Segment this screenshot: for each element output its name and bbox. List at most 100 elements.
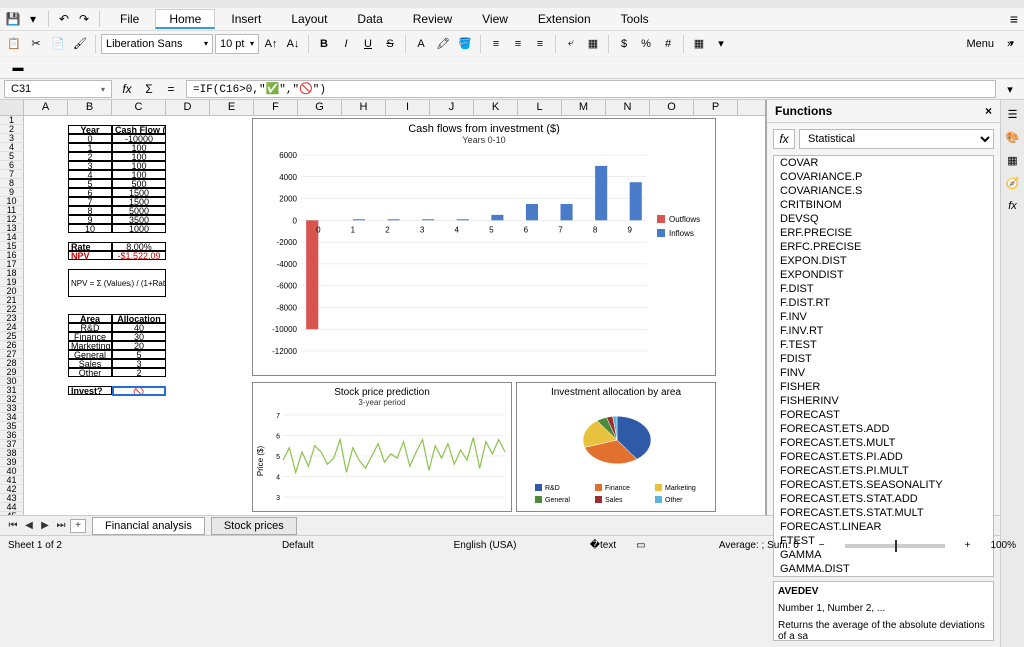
- fx-icon[interactable]: fx: [773, 129, 795, 149]
- align-center-icon[interactable]: ≡: [508, 34, 528, 54]
- fx-icon[interactable]: fx: [118, 80, 136, 98]
- equals-icon[interactable]: =: [162, 80, 180, 98]
- styles-icon[interactable]: 🎨: [1006, 131, 1020, 144]
- style-icon[interactable]: ▾: [711, 34, 731, 54]
- cell[interactable]: -10000: [112, 134, 166, 143]
- pie-chart[interactable]: Investment allocation by area R&DFinance…: [516, 382, 716, 512]
- bold-button[interactable]: B: [314, 34, 334, 54]
- function-list-item[interactable]: DEVSQ: [774, 212, 993, 226]
- col-header[interactable]: K: [474, 100, 518, 115]
- sheet-tab[interactable]: Financial analysis: [92, 517, 205, 535]
- cell[interactable]: 4: [68, 170, 112, 179]
- align-right-icon[interactable]: ≡: [530, 34, 550, 54]
- cell[interactable]: 0: [68, 134, 112, 143]
- undo-icon[interactable]: ↶: [55, 10, 73, 28]
- cell[interactable]: 5: [112, 350, 166, 359]
- highlight-icon[interactable]: 🖍: [433, 34, 453, 54]
- cell[interactable]: 8.00%: [112, 242, 166, 251]
- formula-input[interactable]: =IF(C16>0,"✅","🚫"): [186, 80, 996, 98]
- add-sheet-button[interactable]: +: [70, 519, 86, 533]
- cell[interactable]: 2: [112, 368, 166, 377]
- cell[interactable]: 3: [112, 359, 166, 368]
- row-header[interactable]: 45: [0, 512, 24, 515]
- zoom-slider[interactable]: [845, 544, 945, 548]
- col-header[interactable]: M: [562, 100, 606, 115]
- shrink-font-icon[interactable]: A↓: [283, 34, 303, 54]
- function-list-item[interactable]: FORECAST.ETS.PI.ADD: [774, 450, 993, 464]
- menu-insert[interactable]: Insert: [217, 9, 275, 29]
- function-list-item[interactable]: EXPON.DIST: [774, 254, 993, 268]
- function-list-item[interactable]: FINV: [774, 366, 993, 380]
- cell[interactable]: 100: [112, 152, 166, 161]
- function-list-item[interactable]: ERFC.PRECISE: [774, 240, 993, 254]
- font-name-select[interactable]: Liberation Sans▾: [101, 34, 213, 54]
- cell[interactable]: NPV: [68, 251, 112, 260]
- cell[interactable]: 3: [68, 161, 112, 170]
- col-header[interactable]: H: [342, 100, 386, 115]
- function-list-item[interactable]: GAMMA: [774, 548, 993, 562]
- cell[interactable]: 500: [112, 179, 166, 188]
- sheet-tab[interactable]: Stock prices: [211, 517, 297, 535]
- function-list-item[interactable]: GAMMA.DIST: [774, 562, 993, 576]
- cell[interactable]: Other: [68, 368, 112, 377]
- function-list-item[interactable]: COVARIANCE.P: [774, 170, 993, 184]
- prev-sheet-icon[interactable]: ◀: [22, 519, 36, 533]
- italic-button[interactable]: I: [336, 34, 356, 54]
- navigator-icon[interactable]: 🧭: [1006, 177, 1020, 190]
- function-list-item[interactable]: EXPONDIST: [774, 268, 993, 282]
- cell[interactable]: 1: [68, 143, 112, 152]
- hamburger-icon[interactable]: ≡: [1010, 11, 1018, 27]
- copy-icon[interactable]: 📄: [48, 34, 68, 54]
- function-list-item[interactable]: FDIST: [774, 352, 993, 366]
- font-size-select[interactable]: 10 pt▾: [215, 34, 259, 54]
- col-header[interactable]: B: [68, 100, 112, 115]
- cell[interactable]: 20: [112, 341, 166, 350]
- cell[interactable]: Sales: [68, 359, 112, 368]
- currency-icon[interactable]: $: [614, 34, 634, 54]
- cell[interactable]: Cash Flow ($): [112, 125, 166, 134]
- menu-layout[interactable]: Layout: [277, 9, 341, 29]
- number-icon[interactable]: #: [658, 34, 678, 54]
- next-sheet-icon[interactable]: ▶: [38, 519, 52, 533]
- fill-color-icon[interactable]: 🪣: [455, 34, 475, 54]
- insert-mode-icon[interactable]: �text: [590, 540, 616, 551]
- font-color-icon[interactable]: A: [411, 34, 431, 54]
- spreadsheet[interactable]: A B C D E F G H I J K L M N O P 12345678…: [0, 100, 766, 515]
- cell[interactable]: Invest?: [68, 386, 112, 395]
- grow-font-icon[interactable]: A↑: [261, 34, 281, 54]
- zoom-out-icon[interactable]: −: [819, 540, 825, 551]
- function-list-item[interactable]: F.INV: [774, 310, 993, 324]
- borders-icon[interactable]: ▦: [689, 34, 709, 54]
- cell[interactable]: 10: [68, 224, 112, 233]
- cell[interactable]: 9: [68, 215, 112, 224]
- last-sheet-icon[interactable]: ⏭: [54, 519, 68, 533]
- col-header[interactable]: J: [430, 100, 474, 115]
- cell[interactable]: 3500: [112, 215, 166, 224]
- cell[interactable]: 8: [68, 206, 112, 215]
- cell[interactable]: 100: [112, 143, 166, 152]
- dropdown-icon[interactable]: ▾: [24, 10, 42, 28]
- function-list-item[interactable]: COVARIANCE.S: [774, 184, 993, 198]
- percent-icon[interactable]: %: [636, 34, 656, 54]
- cut-icon[interactable]: ✂: [26, 34, 46, 54]
- cell[interactable]: 6: [68, 188, 112, 197]
- function-list-item[interactable]: F.INV.RT: [774, 324, 993, 338]
- col-header[interactable]: N: [606, 100, 650, 115]
- wrap-icon[interactable]: ⤶: [561, 34, 581, 54]
- function-list-item[interactable]: FORECAST.ETS.SEASONALITY: [774, 478, 993, 492]
- merge-icon[interactable]: ▦: [583, 34, 603, 54]
- function-list-item[interactable]: CRITBINOM: [774, 198, 993, 212]
- menu-view[interactable]: View: [468, 9, 522, 29]
- row-color-icon[interactable]: ▬: [8, 58, 28, 78]
- col-header[interactable]: P: [694, 100, 738, 115]
- cell[interactable]: Marketing: [68, 341, 112, 350]
- function-list-item[interactable]: FORECAST.ETS.MULT: [774, 436, 993, 450]
- menu-tools[interactable]: Tools: [607, 9, 663, 29]
- menu-extension[interactable]: Extension: [524, 9, 605, 29]
- function-list-item[interactable]: F.TEST: [774, 338, 993, 352]
- save-icon[interactable]: 💾: [4, 10, 22, 28]
- col-header[interactable]: F: [254, 100, 298, 115]
- cell[interactable]: Rate: [68, 242, 112, 251]
- col-header[interactable]: D: [166, 100, 210, 115]
- first-sheet-icon[interactable]: ⏮: [6, 519, 20, 533]
